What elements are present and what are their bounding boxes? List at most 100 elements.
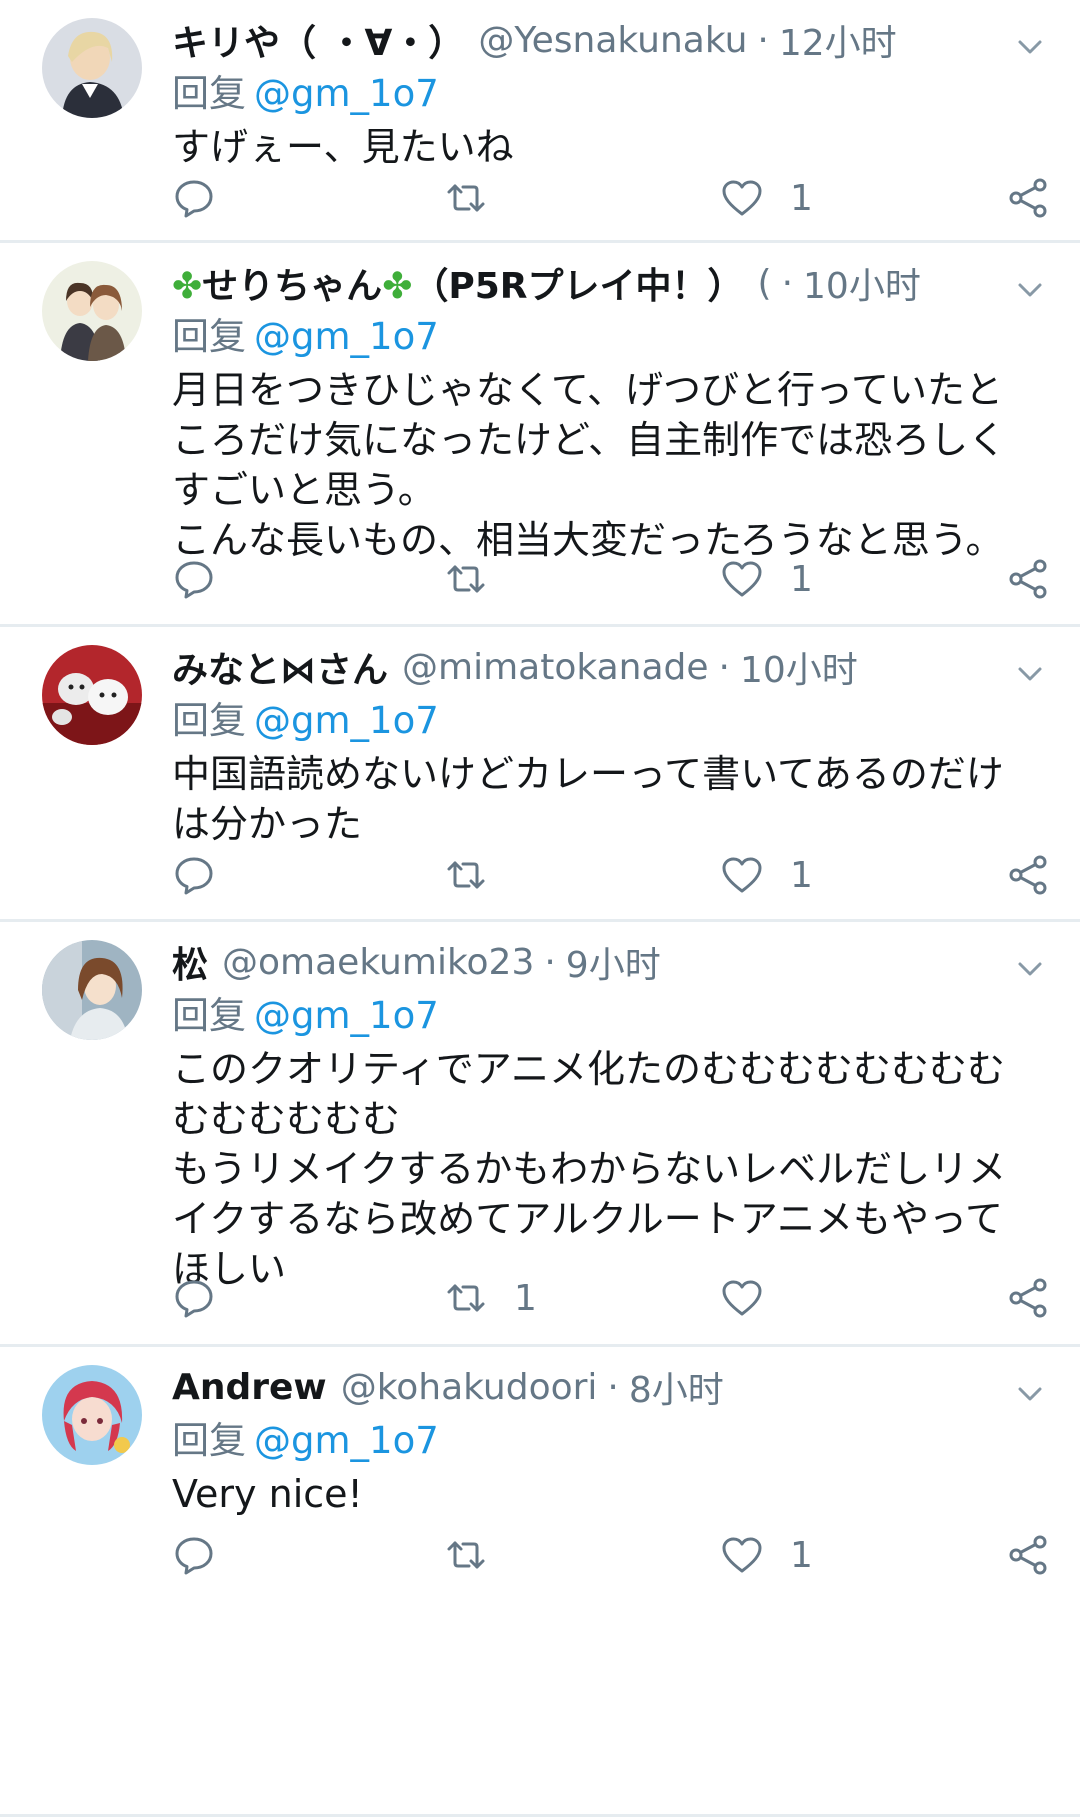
- chevron-down-icon[interactable]: [1010, 28, 1050, 68]
- retweet-button[interactable]: [444, 1533, 514, 1577]
- timestamp[interactable]: 10小时: [740, 641, 858, 693]
- tweet-actions: 1: [172, 845, 1050, 905]
- reply-mention-link[interactable]: @gm_1o7: [254, 315, 439, 358]
- retweet-icon: [444, 1533, 488, 1577]
- retweet-count: 1: [514, 1277, 537, 1319]
- like-button[interactable]: 1: [720, 853, 813, 897]
- retweet-icon: [444, 853, 488, 897]
- chevron-down-icon[interactable]: [1010, 1375, 1050, 1415]
- display-name[interactable]: ✤せりちゃん✤（P5Rプレイ中！）: [172, 257, 744, 309]
- reply-icon: [172, 853, 216, 897]
- like-count: 1: [790, 558, 813, 600]
- clover-emoji: ✤: [382, 266, 413, 307]
- tweet-content: ✤せりちゃん✤（P5Rプレイ中！）(· 10小时 回复 @gm_1o7 月日をつきひじゃ…: [172, 257, 1050, 565]
- reply-mention-link[interactable]: @gm_1o7: [254, 699, 439, 742]
- reply-feed: キリや（ ・∀・） @Yesnakunaku · 12小时 回复 @gm_1o7 すげぇー、…: [0, 0, 1080, 1817]
- share-button[interactable]: [1006, 176, 1050, 220]
- tweet-text: Very nice!: [172, 1472, 363, 1516]
- tweet-card[interactable]: キリや（ ・∀・） @Yesnakunaku · 12小时 回复 @gm_1o7 すげぇー、…: [0, 0, 1080, 243]
- reply-context: 回复 @gm_1o7: [172, 66, 1050, 122]
- reply-context: 回复 @gm_1o7: [172, 988, 1050, 1044]
- separator-dot: ·: [544, 941, 556, 983]
- retweet-icon: [444, 557, 488, 601]
- avatar[interactable]: [42, 261, 142, 361]
- tweet-card[interactable]: Andrew @kohakudoori · 8小时 回复 @gm_1o7 Very nice…: [0, 1347, 1080, 1817]
- chevron-down-icon[interactable]: [1010, 271, 1050, 311]
- reply-icon: [172, 1533, 216, 1577]
- share-icon: [1006, 1276, 1050, 1320]
- reply-icon: [172, 557, 216, 601]
- user-handle[interactable]: (: [758, 263, 772, 304]
- like-button[interactable]: 1: [720, 557, 813, 601]
- display-name[interactable]: キリや（ ・∀・）: [172, 14, 464, 66]
- reply-prefix: 回复: [172, 72, 246, 115]
- user-handle[interactable]: @kohakudoori: [341, 1367, 598, 1408]
- like-icon: [720, 1276, 764, 1320]
- user-handle[interactable]: @omaekumiko23: [222, 942, 534, 983]
- share-button[interactable]: [1006, 557, 1050, 601]
- user-handle[interactable]: @mimatokanade: [402, 647, 709, 688]
- reply-icon: [172, 176, 216, 220]
- like-button[interactable]: 1: [720, 1533, 813, 1577]
- user-handle[interactable]: @Yesnakunaku: [478, 20, 747, 61]
- share-button[interactable]: [1006, 1276, 1050, 1320]
- reply-mention-link[interactable]: @gm_1o7: [254, 994, 439, 1037]
- timestamp[interactable]: 8小时: [629, 1361, 724, 1413]
- retweet-button[interactable]: [444, 557, 514, 601]
- like-icon: [720, 176, 764, 220]
- like-count: 1: [790, 854, 813, 896]
- separator-dot: ·: [718, 646, 730, 688]
- tweet-text: このクオリティでアニメ化たのむむむむむむむむ むむむむむむ もうリメイクするかも…: [172, 1047, 1007, 1291]
- retweet-button[interactable]: [444, 853, 514, 897]
- tweet-card[interactable]: みなと⋈さん @mimatokanade · 10小时回复 @gm_1o7 中国語読めない…: [0, 627, 1080, 922]
- share-icon: [1006, 853, 1050, 897]
- share-icon: [1006, 176, 1050, 220]
- tweet-text: 中国語読めないけどカレーって書いてあるのだけ は分かった: [172, 752, 1004, 846]
- avatar[interactable]: [42, 1365, 142, 1465]
- reply-mention-link[interactable]: @gm_1o7: [254, 72, 439, 115]
- like-count: 1: [790, 177, 813, 219]
- timestamp[interactable]: 12小时: [779, 14, 897, 66]
- avatar[interactable]: [42, 645, 142, 745]
- share-button[interactable]: [1006, 1533, 1050, 1577]
- tweet-actions: 1: [172, 168, 1050, 228]
- tweet-card[interactable]: ✤せりちゃん✤（P5Rプレイ中！）(· 10小时 回复 @gm_1o7 月日をつきひじゃ…: [0, 243, 1080, 627]
- tweet-text: 月日をつきひじゃなくて、げつびと行っていたと ころだけ気になったけど、自主制作で…: [172, 368, 1007, 562]
- display-name[interactable]: Andrew: [172, 1367, 327, 1408]
- reply-context: 回复 @gm_1o7: [172, 309, 1050, 365]
- reply-mention-link[interactable]: @gm_1o7: [254, 1419, 439, 1462]
- reply-button[interactable]: [172, 557, 242, 601]
- like-button[interactable]: 1: [720, 176, 813, 220]
- tweet-actions: 1: [172, 1268, 1050, 1328]
- reply-prefix: 回复: [172, 699, 246, 742]
- chevron-down-icon[interactable]: [1010, 950, 1050, 990]
- tweet-content: キリや（ ・∀・） @Yesnakunaku · 12小时 回复 @gm_1o7 すげぇー、…: [172, 14, 1050, 172]
- tweet-header: 松 @omaekumiko23 · 9小时: [172, 936, 1050, 988]
- reply-button[interactable]: [172, 1533, 242, 1577]
- separator-dot: ·: [757, 19, 769, 61]
- reply-button[interactable]: [172, 853, 242, 897]
- retweet-icon: [444, 1276, 488, 1320]
- reply-button[interactable]: [172, 176, 242, 220]
- tweet-header: ✤せりちゃん✤（P5Rプレイ中！） (· 10小时: [172, 257, 1050, 309]
- retweet-icon: [444, 176, 488, 220]
- tweet-card[interactable]: 松 @omaekumiko23 · 9小时 回复 @gm_1o7 このクオリティでアニメ化た…: [0, 922, 1080, 1347]
- retweet-button[interactable]: 1: [444, 1276, 537, 1320]
- share-icon: [1006, 1533, 1050, 1577]
- avatar[interactable]: [42, 18, 142, 118]
- reply-icon: [172, 1276, 216, 1320]
- share-icon: [1006, 557, 1050, 601]
- clover-emoji: ✤: [172, 266, 203, 307]
- chevron-down-icon[interactable]: [1010, 655, 1050, 695]
- avatar[interactable]: [42, 940, 142, 1040]
- timestamp[interactable]: 9小时: [566, 936, 661, 988]
- tweet-content: みなと⋈さん @mimatokanade · 10小时回复 @gm_1o7 中国語読めない…: [172, 641, 1050, 849]
- display-name[interactable]: みなと⋈さん: [172, 641, 388, 693]
- retweet-button[interactable]: [444, 176, 514, 220]
- reply-button[interactable]: [172, 1276, 242, 1320]
- share-button[interactable]: [1006, 853, 1050, 897]
- reply-prefix: 回复: [172, 315, 246, 358]
- timestamp[interactable]: 10小时: [803, 257, 921, 309]
- like-button[interactable]: [720, 1276, 790, 1320]
- display-name[interactable]: 松: [172, 936, 208, 988]
